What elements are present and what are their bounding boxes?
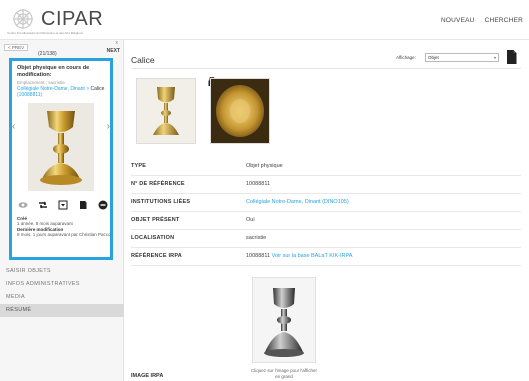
pdf-export-icon[interactable] [506,50,517,64]
top-nav: NOUVEAU CHERCHER [441,17,523,24]
card-next-arrow-icon[interactable]: › [107,121,110,132]
top-header: CIPAR Centre Interdiocésain du Patrimoin… [0,0,529,40]
card-actions [18,199,108,211]
modified-label: Dernière modification [17,226,64,232]
page-title: Calice [131,55,155,65]
properties-table: TYPE Objet physique N° DE RÉFÉRENCE 1008… [131,157,521,266]
logo-mark-icon [13,9,33,29]
modified-value: 8 mois, 1 jours auparavant par Christian… [17,231,111,237]
created-label: Créé [17,216,28,221]
pager-next-button[interactable]: NEXT [107,48,120,54]
prop-key: OBJET PRÉSENT [131,211,246,230]
table-row: RÉFÉRENCE IRPA 10088811 Voir sur la base… [131,247,521,266]
table-row: LOCALISATION sacristie [131,229,521,248]
irpa-ref-value: 10088811 [246,253,271,259]
card-chalice-image[interactable] [28,103,94,191]
card-object-name: Calice [90,86,105,92]
prop-value: 10088811 [246,175,521,194]
pager-close-icon[interactable]: x [116,40,119,46]
affichage-label: Affichage: [396,55,416,60]
irpa-image[interactable] [252,277,316,363]
retweet-icon[interactable] [38,200,48,210]
view-eye-icon[interactable] [18,200,28,210]
prop-value: sacristie [246,229,521,248]
chalice-image-icon [28,103,94,191]
media-thumbnail-2[interactable] [210,78,270,144]
prop-key: LOCALISATION [131,229,246,248]
pager-prev-button[interactable]: < PREV [4,44,29,51]
card-breadcrumb: Collégiale Notre-Dame, Dinant > Calice (… [17,86,111,98]
menu-media[interactable]: MEDIA [0,291,124,304]
affichage-select[interactable]: Objet ▾ [425,53,499,62]
prop-key: TYPE [131,157,246,176]
title-divider [131,68,521,69]
chalice-detail-thumbnail-icon [211,79,269,143]
table-row: INSTITUTIONS LIÉES Collégiale Notre-Dame… [131,193,521,212]
table-row: N° DE RÉFÉRENCE 10088811 [131,175,521,194]
media-thumbnail-1[interactable] [136,78,196,144]
menu-infos-administratives[interactable]: INFOS ADMINISTRATIVES [0,278,124,291]
menu-resume[interactable]: RÉSUMÉ [0,304,124,317]
institution-link[interactable]: Collégiale Notre-Dame, Dinant (DINO105) [246,199,349,205]
download-icon[interactable] [58,200,68,210]
pager-count: (21/138) [38,51,57,57]
prop-value: Objet physique [246,157,521,176]
object-card: Objet physique en cours de modification:… [9,58,113,260]
balat-link[interactable]: Voir sur la base BALaT KIK-IRPA [272,253,353,259]
prop-key: RÉFÉRENCE IRPA [131,247,246,266]
affichage-value: Objet [428,55,439,60]
menu-saisir-objets[interactable]: SAISIR OBJETS [0,265,124,278]
cipar-logo[interactable]: CIPAR Centre Interdiocésain du Patrimoin… [7,8,127,36]
table-row: OBJET PRÉSENT Oui [131,211,521,230]
document-icon[interactable] [78,200,88,210]
nav-chercher-link[interactable]: CHERCHER [485,17,523,24]
delete-circle-icon[interactable] [98,200,108,210]
logo-subtitle: Centre Interdiocésain du Patrimoine et d… [7,31,84,35]
prop-key: N° DE RÉFÉRENCE [131,175,246,194]
left-menu: SAISIR OBJETS INFOS ADMINISTRATIVES MEDI… [0,265,124,317]
card-prev-arrow-icon[interactable]: ‹ [12,121,15,132]
record-pager: < PREV (21/138) x NEXT [0,40,124,58]
table-row: TYPE Objet physique [131,157,521,176]
logo-text: CIPAR [41,8,104,30]
chalice-thumbnail-icon [137,79,195,143]
card-object-ref[interactable]: (10088811) [17,92,42,98]
card-location: Emplacement : sacristie [17,80,65,85]
prop-key: INSTITUTIONS LIÉES [131,193,246,212]
card-title: Objet physique en cours de modification: [17,65,90,78]
irpa-chalice-photo-icon [253,278,315,362]
prop-value: Oui [246,211,521,230]
nav-nouveau-link[interactable]: NOUVEAU [441,17,475,24]
irpa-caption: Cliquez sur l'image pour l'afficher en g… [251,368,317,379]
main-content: Calice Affichage: Objet ▾ TYPE Objet phy… [124,40,529,381]
card-meta: Créé 1 année, 8 mois auparavant Dernière… [17,216,111,237]
chevron-down-icon: ▾ [493,55,496,60]
irpa-label: IMAGE IRPA [131,373,164,379]
